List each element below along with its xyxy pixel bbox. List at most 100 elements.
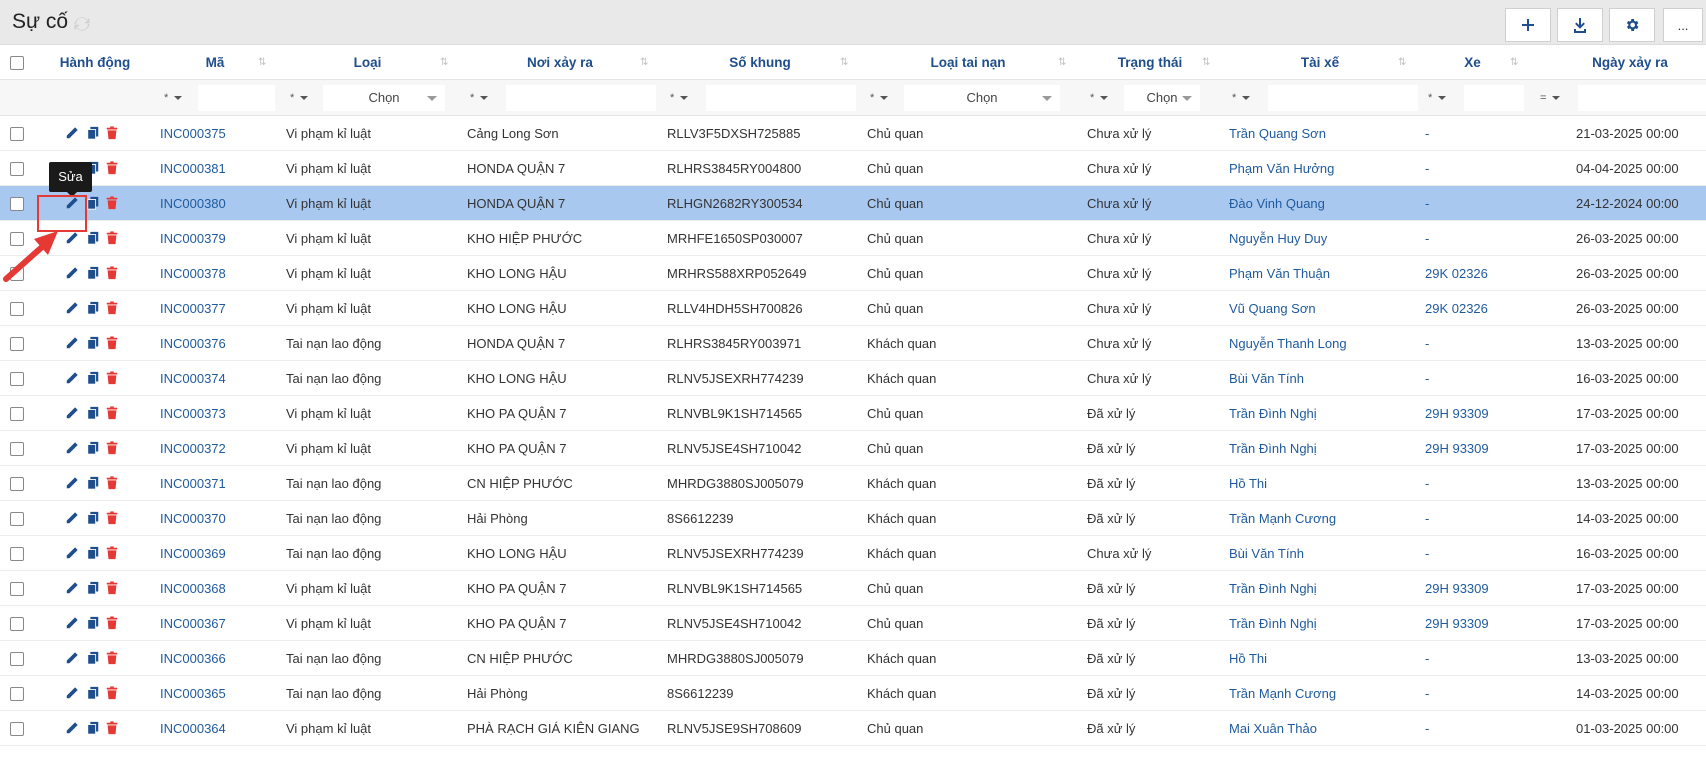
- edit-icon[interactable]: [65, 406, 79, 420]
- select-all-checkbox[interactable]: [10, 56, 24, 70]
- delete-icon[interactable]: [105, 266, 119, 280]
- copy-icon[interactable]: [86, 301, 100, 315]
- copy-icon[interactable]: [86, 686, 100, 700]
- cell-driver[interactable]: Bùi Văn Tính: [1229, 536, 1304, 571]
- delete-icon[interactable]: [105, 546, 119, 560]
- cell-code[interactable]: INC000373: [160, 396, 226, 431]
- table-row[interactable]: INC000365 Tai nạn lao động Hải Phòng 8S6612…: [0, 676, 1706, 711]
- delete-icon[interactable]: [105, 161, 119, 175]
- copy-icon[interactable]: [86, 511, 100, 525]
- cell-code[interactable]: INC000365: [160, 676, 226, 711]
- cell-driver[interactable]: Trần Đình Nghị: [1229, 571, 1317, 606]
- cell-driver[interactable]: Hồ Thi: [1229, 466, 1267, 501]
- column-header-status[interactable]: Trạng thái: [1090, 45, 1210, 80]
- cell-driver[interactable]: Trần Quang Sơn: [1229, 116, 1326, 151]
- copy-icon[interactable]: [86, 721, 100, 735]
- cell-vehicle[interactable]: 29K 02326: [1425, 256, 1488, 291]
- cell-code[interactable]: INC000369: [160, 536, 226, 571]
- edit-icon[interactable]: [65, 616, 79, 630]
- cell-driver[interactable]: Vũ Quang Sơn: [1229, 291, 1316, 326]
- filter-accident-type-select[interactable]: Chọn: [904, 85, 1060, 111]
- edit-icon[interactable]: [65, 476, 79, 490]
- table-row[interactable]: INC000380 Vi phạm kỉ luật HONDA QUẬN 7 RLHG…: [0, 186, 1706, 221]
- cell-code[interactable]: INC000376: [160, 326, 226, 361]
- edit-icon[interactable]: [65, 546, 79, 560]
- cell-code[interactable]: INC000366: [160, 641, 226, 676]
- cell-driver[interactable]: Trần Mạnh Cương: [1229, 676, 1336, 711]
- copy-icon[interactable]: [86, 196, 100, 210]
- delete-icon[interactable]: [105, 126, 119, 140]
- filter-driver-input[interactable]: [1268, 85, 1418, 111]
- edit-icon[interactable]: [65, 686, 79, 700]
- table-row[interactable]: INC000367 Vi phạm kỉ luật KHO PA QUẬN 7 RLN…: [0, 606, 1706, 641]
- table-row[interactable]: INC000369 Tai nạn lao động KHO LONG HẬU RLN…: [0, 536, 1706, 571]
- copy-icon[interactable]: [86, 266, 100, 280]
- cell-code[interactable]: INC000368: [160, 571, 226, 606]
- table-row[interactable]: INC000364 Vi phạm kỉ luật PHÀ RẠCH GIÁ KIÊ…: [0, 711, 1706, 746]
- cell-vehicle[interactable]: 29H 93309: [1425, 606, 1489, 641]
- cell-code[interactable]: INC000380: [160, 186, 226, 221]
- edit-icon[interactable]: [65, 441, 79, 455]
- cell-driver[interactable]: Phạm Văn Hưởng: [1229, 151, 1334, 186]
- cell-driver[interactable]: Nguyễn Thanh Long: [1229, 326, 1347, 361]
- row-checkbox[interactable]: [10, 407, 24, 421]
- cell-code[interactable]: INC000378: [160, 256, 226, 291]
- cell-code[interactable]: INC000374: [160, 361, 226, 396]
- cell-driver[interactable]: Mai Xuân Thảo: [1229, 711, 1317, 746]
- cell-code[interactable]: INC000377: [160, 291, 226, 326]
- copy-icon[interactable]: [86, 546, 100, 560]
- table-row[interactable]: INC000368 Vi phạm kỉ luật KHO PA QUẬN 7 RLN…: [0, 571, 1706, 606]
- copy-icon[interactable]: [86, 371, 100, 385]
- table-row[interactable]: INC000378 Vi phạm kỉ luật KHO LONG HẬU MRHR…: [0, 256, 1706, 291]
- row-checkbox[interactable]: [10, 302, 24, 316]
- filter-code-input[interactable]: [198, 85, 275, 111]
- cell-vehicle[interactable]: 29H 93309: [1425, 396, 1489, 431]
- edit-icon[interactable]: [65, 336, 79, 350]
- filter-operator[interactable]: *: [1428, 88, 1447, 108]
- sort-icon[interactable]: ⇅: [1510, 58, 1520, 68]
- delete-icon[interactable]: [105, 686, 119, 700]
- cell-driver[interactable]: Trần Đình Nghị: [1229, 396, 1317, 431]
- filter-operator[interactable]: *: [164, 88, 183, 108]
- delete-icon[interactable]: [105, 336, 119, 350]
- cell-driver[interactable]: Hồ Thi: [1229, 641, 1267, 676]
- column-header-vehicle[interactable]: Xe: [1425, 45, 1520, 80]
- row-checkbox[interactable]: [10, 722, 24, 736]
- table-row[interactable]: INC000370 Tai nạn lao động Hải Phòng 8S6612…: [0, 501, 1706, 536]
- cell-code[interactable]: INC000375: [160, 116, 226, 151]
- cell-driver[interactable]: Trần Đình Nghị: [1229, 606, 1317, 641]
- delete-icon[interactable]: [105, 651, 119, 665]
- sort-icon[interactable]: ⇅: [1398, 58, 1408, 68]
- column-header-chassis[interactable]: Số khung: [670, 45, 850, 80]
- filter-operator[interactable]: *: [290, 88, 309, 108]
- filter-operator[interactable]: =: [1540, 88, 1561, 108]
- table-row[interactable]: INC000381 Vi phạm kỉ luật HONDA QUẬN 7 RLHR…: [0, 151, 1706, 186]
- cell-vehicle[interactable]: 29H 93309: [1425, 571, 1489, 606]
- cell-vehicle[interactable]: 29H 93309: [1425, 431, 1489, 466]
- row-checkbox[interactable]: [10, 442, 24, 456]
- more-button[interactable]: ...: [1663, 8, 1703, 42]
- download-button[interactable]: [1557, 8, 1603, 42]
- table-row[interactable]: INC000374 Tai nạn lao động KHO LONG HẬU RLN…: [0, 361, 1706, 396]
- filter-operator[interactable]: *: [670, 88, 689, 108]
- delete-icon[interactable]: [105, 441, 119, 455]
- row-checkbox[interactable]: [10, 337, 24, 351]
- column-header-type[interactable]: Loại: [290, 45, 445, 80]
- cell-code[interactable]: INC000381: [160, 151, 226, 186]
- edit-icon[interactable]: [65, 721, 79, 735]
- copy-icon[interactable]: [86, 406, 100, 420]
- refresh-icon[interactable]: [73, 15, 91, 33]
- filter-operator[interactable]: *: [1090, 88, 1109, 108]
- cell-driver[interactable]: Trần Đình Nghị: [1229, 431, 1317, 466]
- copy-icon[interactable]: [86, 581, 100, 595]
- table-row[interactable]: INC000375 Vi phạm kỉ luật Cảng Long Sơn RLL…: [0, 116, 1706, 151]
- sort-icon[interactable]: ⇅: [1202, 58, 1212, 68]
- filter-vehicle-input[interactable]: [1464, 85, 1524, 111]
- filter-chassis-input[interactable]: [706, 85, 856, 111]
- column-header-place[interactable]: Nơi xảy ra: [470, 45, 650, 80]
- edit-icon[interactable]: [65, 511, 79, 525]
- row-checkbox[interactable]: [10, 127, 24, 141]
- copy-icon[interactable]: [86, 231, 100, 245]
- filter-date-input[interactable]: [1578, 85, 1706, 111]
- delete-icon[interactable]: [105, 196, 119, 210]
